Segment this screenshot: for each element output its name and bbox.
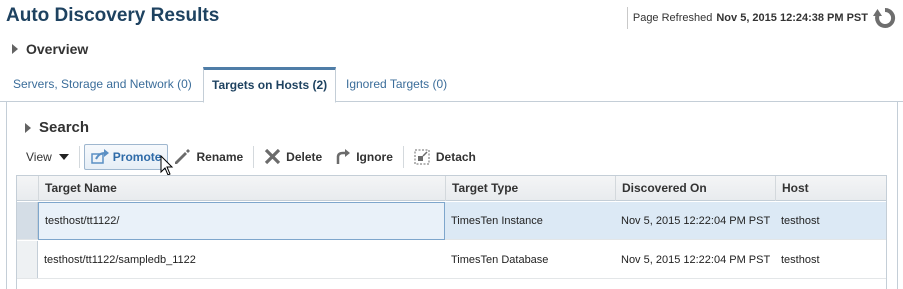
rename-label: Rename: [196, 150, 244, 164]
pencil-icon: [174, 149, 192, 165]
cell-host: testhost: [781, 253, 820, 266]
cell-target-type: TimesTen Instance: [451, 214, 543, 227]
toolbar-divider: [402, 146, 404, 168]
toolbar-divider: [253, 146, 255, 168]
view-menu-label: View: [26, 150, 52, 164]
page-refreshed-label: Page Refreshed: [632, 12, 713, 24]
table-row[interactable]: testhost/tt1122/sampledb_1122 TimesTen D…: [17, 241, 886, 279]
promote-label: Promote: [112, 150, 162, 164]
toolbar-divider: [78, 146, 80, 168]
column-header-discovered-on[interactable]: Discovered On: [615, 176, 775, 201]
search-label: Search: [39, 119, 90, 136]
cell-discovered-on: Nov 5, 2015 12:22:04 PM PST: [621, 214, 771, 227]
refresh-icon[interactable]: [872, 7, 898, 29]
detach-button[interactable]: Detach: [408, 144, 482, 170]
page-title: Auto Discovery Results: [6, 5, 220, 26]
mouse-cursor-icon: [160, 155, 174, 176]
dropdown-arrow-icon: [58, 154, 69, 160]
detach-icon: [414, 149, 432, 165]
tab-targets-on-hosts[interactable]: Targets on Hosts (2): [203, 67, 337, 103]
column-header-host[interactable]: Host: [775, 176, 886, 201]
delete-x-icon: [264, 148, 282, 165]
cell-target-type: TimesTen Database: [451, 253, 549, 266]
table-row[interactable]: testhost/tt1122/ TimesTen Instance Nov 5…: [17, 202, 886, 240]
ignore-label: Ignore: [356, 150, 393, 164]
tab-servers-storage-network[interactable]: Servers, Storage and Network (0): [13, 67, 192, 102]
column-header-target-type[interactable]: Target Type: [445, 176, 615, 201]
delete-label: Delete: [286, 150, 323, 164]
expand-arrow-icon: [25, 122, 31, 133]
search-section-toggle[interactable]: Search: [25, 119, 89, 136]
view-menu[interactable]: View: [18, 144, 75, 170]
cell-target-name: testhost/tt1122/sampledb_1122: [44, 253, 196, 266]
detach-label: Detach: [435, 150, 476, 164]
column-header-target-name[interactable]: Target Name: [38, 176, 445, 201]
overview-section-toggle[interactable]: Overview: [12, 41, 88, 57]
cell-target-name: testhost/tt1122/: [38, 202, 445, 240]
tab-ignored-targets[interactable]: Ignored Targets (0): [346, 67, 447, 102]
delete-button[interactable]: Delete: [258, 144, 328, 170]
table-toolbar: View Promote Rename Delete Ignore Detach: [18, 144, 482, 170]
cell-discovered-on: Nov 5, 2015 12:22:04 PM PST: [621, 253, 771, 266]
targets-table: Target Name Target Type Discovered On Ho…: [16, 175, 887, 289]
cell-host: testhost: [781, 214, 820, 227]
row-selector[interactable]: [17, 202, 38, 239]
page-refresh-status: Page Refreshed Nov 5, 2015 12:24:38 PM P…: [626, 7, 898, 29]
expand-arrow-icon: [12, 44, 18, 54]
promote-button[interactable]: Promote: [83, 144, 169, 170]
table-header: Target Name Target Type Discovered On Ho…: [17, 176, 886, 201]
page-refreshed-time: Nov 5, 2015 12:24:38 PM PST: [716, 12, 868, 24]
rename-button[interactable]: Rename: [168, 144, 249, 170]
row-header-corner: [17, 176, 38, 201]
ignore-arrow-icon: [334, 149, 352, 165]
tab-bar: Servers, Storage and Network (0) Targets…: [0, 67, 903, 103]
overview-label: Overview: [26, 41, 89, 57]
ignore-button[interactable]: Ignore: [328, 144, 399, 170]
row-selector[interactable]: [17, 241, 38, 278]
promote-icon: [91, 149, 109, 165]
